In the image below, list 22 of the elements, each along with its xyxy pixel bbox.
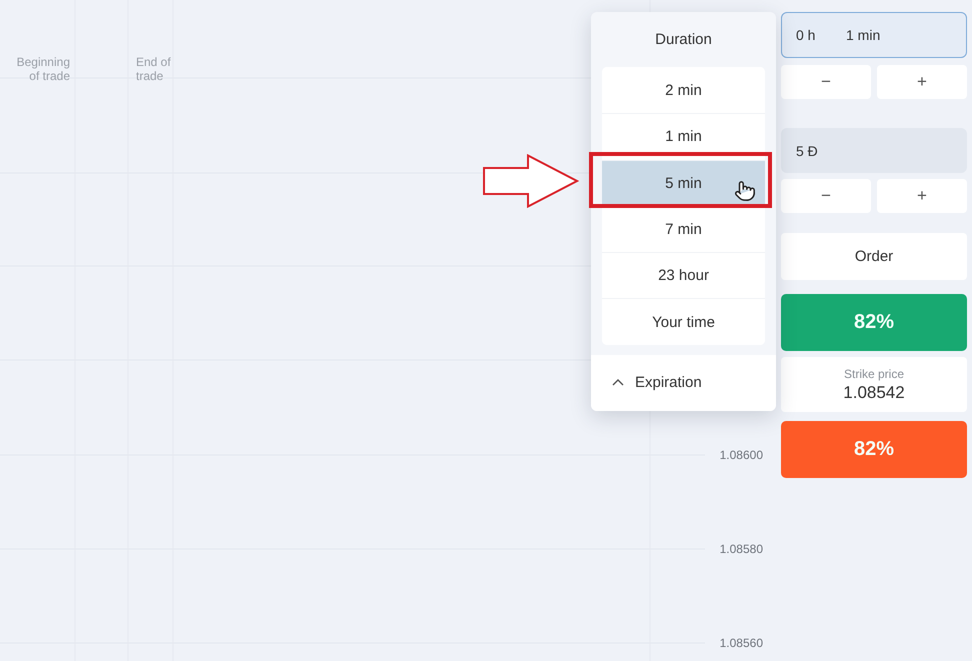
expiration-label: Expiration bbox=[635, 374, 702, 392]
order-label: Order bbox=[781, 233, 967, 280]
decrease-button[interactable]: − bbox=[781, 179, 871, 213]
increase-button[interactable]: + bbox=[877, 179, 967, 213]
duration-option[interactable]: 5 min bbox=[602, 160, 765, 206]
trade-marker-label: Beginning of trade bbox=[16, 55, 70, 83]
strike-price-label: Strike price bbox=[844, 366, 904, 380]
chevron-up-icon bbox=[612, 379, 624, 386]
minutes-value: 1 min bbox=[846, 27, 882, 43]
price-axis-label: 1.08600 bbox=[720, 448, 763, 462]
trade-marker-label: End of trade bbox=[136, 55, 172, 83]
hours-value: 0 h bbox=[796, 27, 816, 43]
increase-button[interactable]: + bbox=[877, 65, 967, 99]
expiration-toggle[interactable]: Expiration bbox=[591, 354, 776, 411]
price-axis-label: 1.08560 bbox=[720, 636, 763, 650]
duration-field[interactable]: 0 h 1 min bbox=[781, 12, 967, 58]
amount-field[interactable]: 5 Đ bbox=[781, 128, 967, 173]
price-axis-label: 1.08580 bbox=[720, 542, 763, 556]
menu-title: Duration bbox=[654, 30, 713, 50]
right-arrow-icon bbox=[483, 154, 579, 208]
decrease-button[interactable]: − bbox=[781, 65, 871, 99]
strike-price-value: 1.08542 bbox=[843, 382, 905, 402]
